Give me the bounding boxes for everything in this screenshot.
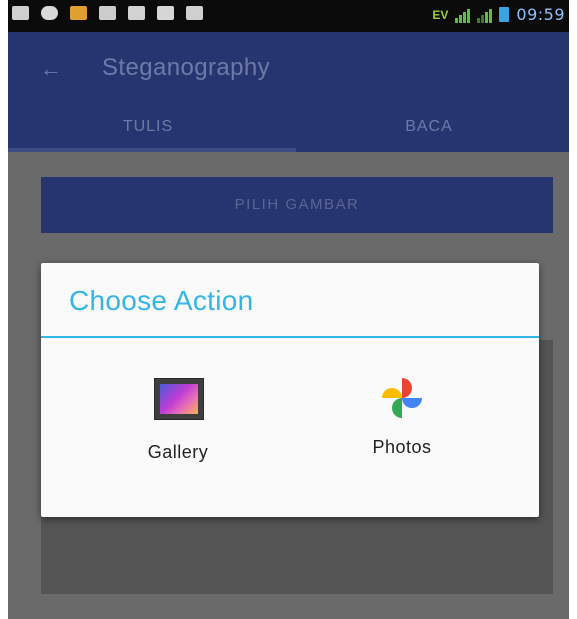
- tab-bar: TULIS BACA: [8, 108, 569, 152]
- image-notification-icon: [12, 6, 29, 20]
- battery-icon: [499, 7, 510, 22]
- photos-icon: [377, 373, 427, 423]
- status-bar: EV 09:59: [8, 0, 569, 32]
- message-notification-icon: [128, 6, 145, 20]
- app-notification-icon: [70, 6, 87, 20]
- download-notification-icon: [99, 6, 116, 20]
- gallery-icon: [153, 378, 204, 428]
- signal-strength-2-icon: [477, 7, 493, 23]
- sms-notification-icon: [186, 6, 203, 20]
- status-time: 09:59: [516, 5, 565, 24]
- gallery-option[interactable]: Gallery: [118, 373, 238, 463]
- network-type-label: EV: [432, 7, 449, 22]
- choose-action-dialog: Choose Action Gallery Photos: [41, 263, 539, 517]
- email-notification-icon: [157, 6, 174, 20]
- signal-strength-icon: [455, 7, 471, 23]
- notification-icons: [12, 6, 203, 20]
- tab-baca[interactable]: BACA: [289, 108, 569, 152]
- dialog-title: Choose Action: [69, 285, 254, 316]
- app-title: Steganography: [102, 54, 270, 81]
- app-bar: ← Steganography: [8, 32, 569, 108]
- tab-tulis[interactable]: TULIS: [8, 108, 288, 152]
- gallery-label: Gallery: [147, 442, 209, 462]
- system-icons: EV 09:59: [432, 5, 565, 24]
- pick-image-button[interactable]: PILIH GAMBAR: [41, 177, 553, 233]
- chat-notification-icon: [41, 6, 58, 20]
- back-arrow-icon[interactable]: ←: [40, 58, 62, 80]
- photos-label: Photos: [372, 437, 432, 457]
- dialog-divider: [41, 336, 539, 338]
- photos-option[interactable]: Photos: [342, 373, 462, 458]
